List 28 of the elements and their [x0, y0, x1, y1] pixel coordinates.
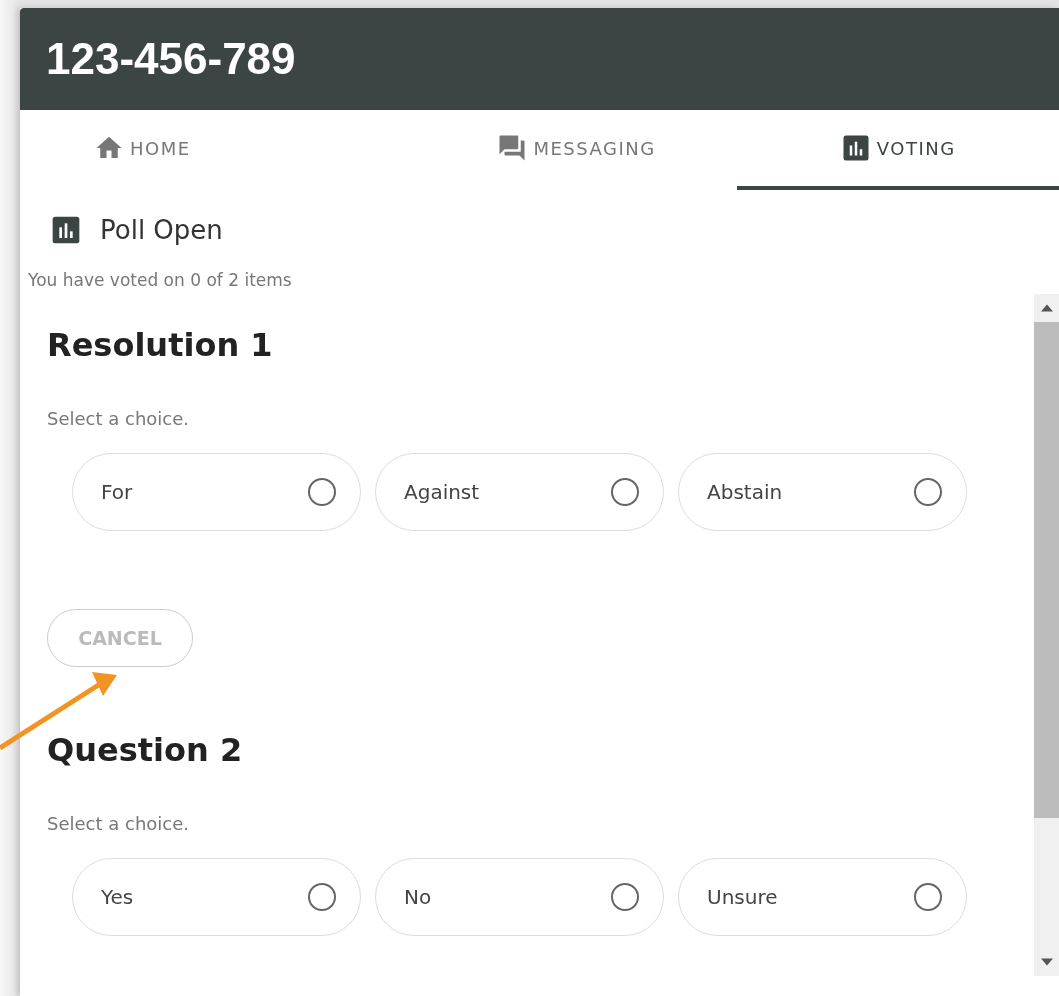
choice-option[interactable]: No [375, 858, 664, 936]
scroll-down-icon[interactable] [1040, 958, 1053, 966]
choice-option[interactable]: Unsure [678, 858, 967, 936]
scroll-thumb[interactable] [1034, 322, 1059, 818]
nav-tab[interactable]: VOTING [737, 110, 1059, 190]
choice-option[interactable]: Yes [72, 858, 361, 936]
scrollbar[interactable] [1034, 294, 1059, 976]
scroll-up-icon[interactable] [1040, 304, 1053, 312]
chat-icon [497, 133, 528, 163]
voted-items-note: You have voted on 0 of 2 items [27, 269, 293, 290]
choice-option[interactable]: Abstain [678, 453, 967, 531]
header-title: 123-456-789 [46, 34, 296, 84]
choice-prompt: Select a choice. [47, 813, 189, 834]
radio-button[interactable] [611, 478, 639, 506]
chart-icon [50, 214, 82, 246]
radio-button[interactable] [308, 478, 336, 506]
choice-option[interactable]: For [72, 453, 361, 531]
radio-button[interactable] [611, 883, 639, 911]
nav-tab[interactable]: HOME [20, 110, 416, 190]
radio-button[interactable] [914, 883, 942, 911]
choice-option[interactable]: Against [375, 453, 664, 531]
item-title: Question 2 [47, 731, 243, 769]
nav-tab[interactable]: MESSAGING [415, 110, 738, 190]
item-title: Resolution 1 [47, 326, 273, 364]
choice-prompt: Select a choice. [47, 408, 189, 429]
radio-button[interactable] [308, 883, 336, 911]
radio-button[interactable] [914, 478, 942, 506]
poll-status: Poll Open [100, 215, 223, 245]
